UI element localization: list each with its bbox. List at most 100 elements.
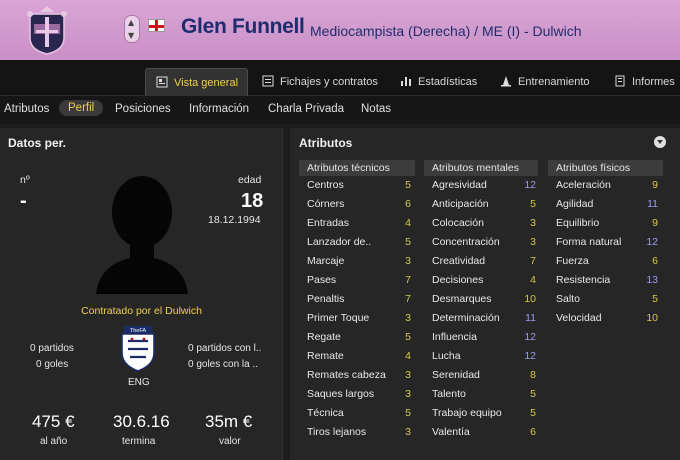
sub-tab-bar: Atributos Perfil Posiciones Información …: [0, 96, 680, 124]
tab-entrenamiento[interactable]: Entrenamiento: [490, 68, 600, 96]
technical-attributes-header: Atributos técnicos: [299, 160, 415, 176]
attribute-value: 7: [405, 274, 411, 286]
attribute-row[interactable]: Córners 6: [299, 196, 415, 215]
tab-vista-general[interactable]: Vista general: [145, 68, 248, 96]
attribute-row[interactable]: Tiros lejanos 3: [299, 424, 415, 443]
cone-icon: [501, 76, 511, 87]
attribute-value: 4: [405, 350, 411, 362]
attribute-row[interactable]: Entradas 4: [299, 215, 415, 234]
attribute-row[interactable]: Agresividad 12: [424, 177, 538, 196]
attribute-row[interactable]: Remates cabeza 3: [299, 367, 415, 386]
personal-data-panel: Datos per. nº - edad 18 18.12.1994: [0, 128, 283, 460]
attribute-row[interactable]: Fuerza 6: [548, 253, 663, 272]
attribute-row[interactable]: Regate 5: [299, 329, 415, 348]
attribute-row[interactable]: Remate 4: [299, 348, 415, 367]
attribute-name: Resistencia: [556, 274, 611, 286]
attribute-row[interactable]: Penaltis 7: [299, 291, 415, 310]
attribute-name: Saques largos: [307, 388, 375, 400]
player-nav-arrows[interactable]: ▲ ▼: [124, 15, 140, 43]
attribute-name: Centros: [307, 179, 344, 191]
subtab-atributos[interactable]: Atributos: [4, 103, 49, 115]
attribute-value: 8: [530, 369, 536, 381]
attribute-name: Equilibrio: [556, 217, 600, 229]
attribute-row[interactable]: Forma natural 12: [548, 234, 663, 253]
attribute-row[interactable]: Trabajo equipo 5: [424, 405, 538, 424]
attribute-name: Lucha: [432, 350, 461, 362]
attribute-value: 13: [646, 274, 658, 286]
subtab-charla-privada[interactable]: Charla Privada: [268, 103, 344, 115]
attribute-row[interactable]: Creatividad 7: [424, 253, 538, 272]
attribute-row[interactable]: Lucha 12: [424, 348, 538, 367]
attribute-name: Primer Toque: [307, 312, 370, 324]
player-silhouette-icon: [96, 176, 188, 294]
attribute-row[interactable]: Decisiones 4: [424, 272, 538, 291]
attribute-name: Serenidad: [432, 369, 480, 381]
attribute-row[interactable]: Velocidad 10: [548, 310, 663, 329]
attribute-name: Lanzador de..: [307, 236, 372, 248]
attribute-value: 9: [652, 179, 658, 191]
attribute-name: Determinación: [432, 312, 500, 324]
attribute-row[interactable]: Colocación 3: [424, 215, 538, 234]
attribute-value: 9: [652, 217, 658, 229]
chevron-down-icon[interactable]: ▼: [128, 31, 134, 40]
attribute-row[interactable]: Pases 7: [299, 272, 415, 291]
subtab-informacion[interactable]: Información: [189, 103, 249, 115]
attribute-name: Regate: [307, 331, 341, 343]
attribute-row[interactable]: Primer Toque 3: [299, 310, 415, 329]
attribute-row[interactable]: Concentración 3: [424, 234, 538, 253]
attribute-value: 10: [646, 312, 658, 324]
chevron-down-icon[interactable]: [654, 136, 666, 148]
subtab-notas[interactable]: Notas: [361, 103, 391, 115]
goals-count: 0 goles: [36, 359, 69, 370]
attribute-name: Desmarques: [432, 293, 492, 305]
attribute-row[interactable]: Centros 5: [299, 177, 415, 196]
panel-title: Datos per.: [8, 136, 67, 150]
mental-attributes-header: Atributos mentales: [424, 160, 538, 176]
attribute-name: Decisiones: [432, 274, 484, 286]
attribute-row[interactable]: Aceleración 9: [548, 177, 663, 196]
attribute-row[interactable]: Equilibrio 9: [548, 215, 663, 234]
attribute-name: Remates cabeza: [307, 369, 386, 381]
attribute-row[interactable]: Saques largos 3: [299, 386, 415, 405]
player-name: Glen Funnell: [181, 15, 305, 38]
tab-estadisticas[interactable]: Estadísticas: [390, 68, 490, 96]
attribute-value: 5: [405, 407, 411, 419]
attribute-row[interactable]: Lanzador de.. 5: [299, 234, 415, 253]
attribute-row[interactable]: Serenidad 8: [424, 367, 538, 386]
attribute-name: Córners: [307, 198, 345, 210]
tab-informes[interactable]: Informes: [604, 68, 680, 96]
attribute-name: Colocación: [432, 217, 484, 229]
subtab-posiciones[interactable]: Posiciones: [115, 103, 171, 115]
club-crest-icon: [27, 6, 67, 55]
attribute-name: Entradas: [307, 217, 350, 229]
subtab-perfil[interactable]: Perfil: [59, 100, 104, 116]
attribute-name: Agilidad: [556, 198, 594, 210]
the-fa-crest-icon: TheFA: [121, 326, 155, 372]
attribute-value: 6: [530, 426, 536, 438]
attribute-value: 12: [524, 350, 536, 362]
wage-value: 475 €: [32, 412, 75, 431]
number-label: nº: [20, 174, 30, 186]
attribute-row[interactable]: Desmarques 10: [424, 291, 538, 310]
attribute-row[interactable]: Determinación 11: [424, 310, 538, 329]
attribute-row[interactable]: Técnica 5: [299, 405, 415, 424]
attribute-name: Remate: [307, 350, 344, 362]
attribute-name: Velocidad: [556, 312, 602, 324]
attribute-row[interactable]: Salto 5: [548, 291, 663, 310]
attribute-row[interactable]: Influencia 12: [424, 329, 538, 348]
number-value: -: [20, 190, 27, 212]
attribute-row[interactable]: Talento 5: [424, 386, 538, 405]
attribute-name: Forma natural: [556, 236, 622, 248]
attribute-row[interactable]: Valentía 6: [424, 424, 538, 443]
attribute-row[interactable]: Resistencia 13: [548, 272, 663, 291]
attribute-value: 12: [646, 236, 658, 248]
chevron-up-icon[interactable]: ▲: [128, 18, 134, 27]
attribute-row[interactable]: Anticipación 5: [424, 196, 538, 215]
tab-fichajes-contratos[interactable]: Fichajes y contratos: [252, 68, 382, 96]
attribute-row[interactable]: Marcaje 3: [299, 253, 415, 272]
attribute-value: 3: [530, 217, 536, 229]
attribute-value: 11: [525, 312, 536, 324]
overview-icon: [156, 76, 168, 88]
birth-date: 18.12.1994: [208, 214, 261, 226]
attribute-row[interactable]: Agilidad 11: [548, 196, 663, 215]
